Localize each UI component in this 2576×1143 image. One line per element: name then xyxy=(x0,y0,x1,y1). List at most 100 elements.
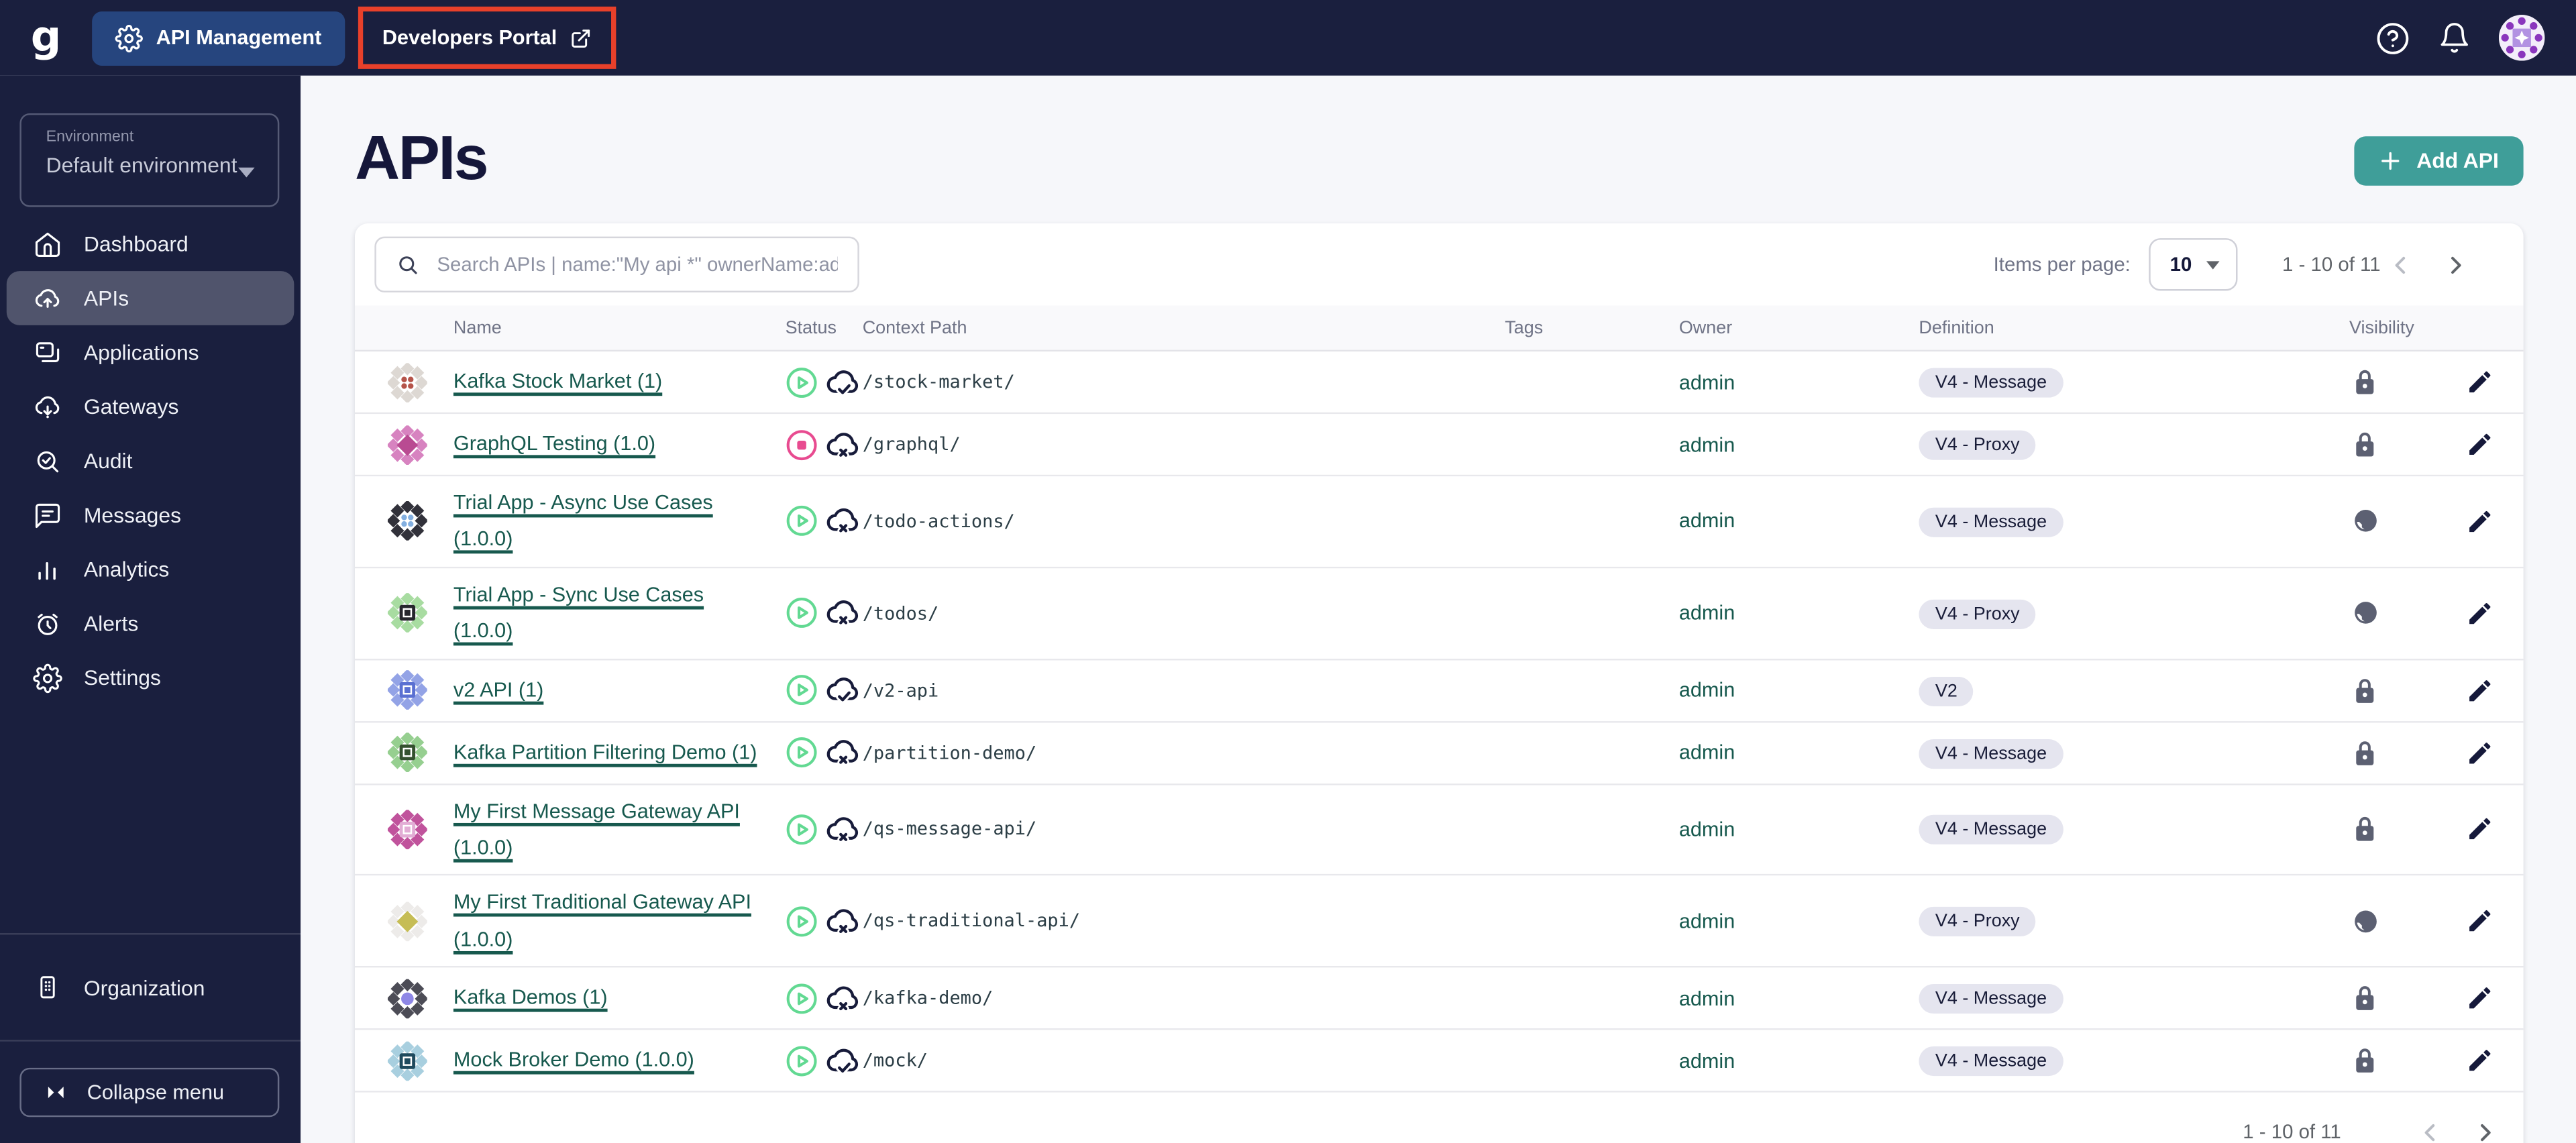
api-status xyxy=(786,364,863,400)
gravitee-logo[interactable]: g xyxy=(0,13,92,62)
sidebar-item-messages[interactable]: Messages xyxy=(7,488,294,542)
edit-api-button[interactable] xyxy=(2465,507,2493,535)
api-name-link[interactable]: My First Traditional Gateway API (1.0.0) xyxy=(453,891,751,950)
sidebar-item-dashboard[interactable]: Dashboard xyxy=(7,217,294,271)
next-page-button[interactable] xyxy=(2434,245,2474,284)
edit-api-button[interactable] xyxy=(2465,431,2493,459)
edit-api-button[interactable] xyxy=(2465,907,2493,935)
status-stopped-icon xyxy=(786,428,818,461)
api-avatar xyxy=(355,670,453,710)
collapse-menu-button[interactable]: Collapse menu xyxy=(19,1067,280,1118)
search-icon xyxy=(396,252,421,277)
sidebar-item-alerts[interactable]: Alerts xyxy=(7,596,294,651)
edit-api-button[interactable] xyxy=(2465,1046,2493,1075)
owner: admin xyxy=(1678,910,1735,933)
sidebar: Environment Default environment Dashboar… xyxy=(0,75,301,1143)
status-started-icon xyxy=(786,736,818,769)
api-status xyxy=(786,980,863,1016)
api-name-link[interactable]: Trial App - Sync Use Cases (1.0.0) xyxy=(453,583,704,643)
sidebar-item-organization[interactable]: Organization xyxy=(0,934,301,1040)
status-started-icon xyxy=(786,673,818,706)
add-api-button[interactable]: Add API xyxy=(2354,135,2524,185)
developers-portal-button-highlighted[interactable]: Developers Portal xyxy=(358,6,616,69)
table-row: Kafka Stock Market (1) /stock-market/admi… xyxy=(354,351,2524,415)
api-avatar xyxy=(355,425,453,464)
edit-api-button[interactable] xyxy=(2465,984,2493,1012)
column-header-visibility: Visibility xyxy=(2349,317,2414,338)
table-row: Kafka Demos (1) /kafka-demo/admin V4 - Mes… xyxy=(354,967,2524,1030)
api-avatar xyxy=(355,732,453,773)
next-page-button[interactable] xyxy=(2464,1112,2504,1143)
edit-api-button[interactable] xyxy=(2465,676,2493,704)
api-avatar xyxy=(355,362,453,402)
previous-page-button[interactable] xyxy=(2410,1112,2450,1143)
sidebar-bottom: Organization Collapse menu xyxy=(0,933,301,1143)
column-header-context-path: Context Path xyxy=(862,317,967,338)
api-name-link[interactable]: Kafka Partition Filtering Demo (1) xyxy=(453,741,757,763)
status-started-icon xyxy=(786,905,818,938)
help-icon[interactable] xyxy=(2375,21,2410,55)
search-input[interactable] xyxy=(437,253,838,276)
lock-icon xyxy=(2353,1046,2377,1075)
cloud-out-of-sync-icon xyxy=(824,503,861,539)
sidebar-item-label: Dashboard xyxy=(83,231,189,257)
paginator-top: Items per page: 10 1 - 10 of 11 xyxy=(1993,238,2475,291)
api-name-link[interactable]: v2 API (1) xyxy=(453,678,543,701)
edit-api-button[interactable] xyxy=(2465,599,2493,627)
api-name-link[interactable]: Mock Broker Demo (1.0.0) xyxy=(453,1048,694,1071)
environment-selector[interactable]: Environment Default environment xyxy=(19,113,280,207)
add-api-label: Add API xyxy=(2416,148,2499,173)
column-header-tags: Tags xyxy=(1505,317,1544,338)
chevron-down-icon xyxy=(2206,260,2220,269)
user-avatar[interactable] xyxy=(2498,15,2545,61)
context-path: /mock/ xyxy=(862,1050,928,1072)
definition-badge: V4 - Proxy xyxy=(1919,430,2037,460)
notifications-icon[interactable] xyxy=(2438,21,2471,54)
edit-api-button[interactable] xyxy=(2465,739,2493,767)
cloud-out-of-sync-icon xyxy=(824,903,861,939)
top-bar: g API Management Developers Portal xyxy=(0,0,2576,76)
column-header-status: Status xyxy=(785,317,837,338)
organization-icon xyxy=(33,973,62,1002)
owner: admin xyxy=(1678,986,1735,1010)
cloud-out-of-sync-icon xyxy=(824,812,861,848)
sidebar-item-settings[interactable]: Settings xyxy=(7,651,294,705)
items-per-page-select[interactable]: 10 xyxy=(2148,238,2238,291)
table-header: Name Status Context Path Tags Owner Defi… xyxy=(354,305,2524,352)
edit-api-button[interactable] xyxy=(2465,816,2493,844)
column-header-owner: Owner xyxy=(1678,317,1733,338)
definition-badge: V2 xyxy=(1919,675,1974,706)
api-name-link[interactable]: GraphQL Testing (1.0) xyxy=(453,433,655,455)
sidebar-item-audit[interactable]: Audit xyxy=(7,434,294,488)
edit-api-button[interactable] xyxy=(2465,368,2493,396)
owner: admin xyxy=(1678,818,1735,841)
items-per-page-label: Items per page: xyxy=(1993,253,2131,276)
applications-icon xyxy=(33,337,62,367)
cloud-synced-icon xyxy=(824,1042,861,1079)
paginator-bottom: 1 - 10 of 11 xyxy=(355,1093,2524,1143)
api-name-link[interactable]: Kafka Demos (1) xyxy=(453,986,608,1009)
table-body: Kafka Stock Market (1) /stock-market/admi… xyxy=(354,351,2524,1093)
api-name-link[interactable]: Trial App - Async Use Cases (1.0.0) xyxy=(453,491,713,551)
table-toolbar: Items per page: 10 1 - 10 of 11 xyxy=(355,223,2524,305)
sidebar-item-apis[interactable]: APIs xyxy=(6,271,294,325)
alerts-icon xyxy=(33,608,62,638)
cloud-synced-icon xyxy=(824,672,861,708)
environment-label: Environment xyxy=(46,128,134,146)
analytics-icon xyxy=(33,555,62,584)
sidebar-item-gateways[interactable]: Gateways xyxy=(7,380,294,434)
lock-icon xyxy=(2353,368,2377,396)
api-management-button[interactable]: API Management xyxy=(92,10,345,65)
sidebar-item-applications[interactable]: Applications xyxy=(7,325,294,380)
sidebar-item-analytics[interactable]: Analytics xyxy=(7,542,294,596)
api-status xyxy=(786,503,863,539)
api-name-link[interactable]: Kafka Stock Market (1) xyxy=(453,370,662,393)
previous-page-button[interactable] xyxy=(2381,245,2420,284)
lock-icon xyxy=(2353,739,2377,767)
lock-icon xyxy=(2353,816,2377,844)
definition-badge: V4 - Message xyxy=(1919,738,2063,769)
page-title: APIs xyxy=(354,125,489,194)
api-status xyxy=(786,595,863,631)
api-name-link[interactable]: My First Message Gateway API (1.0.0) xyxy=(453,800,740,859)
owner: admin xyxy=(1678,370,1735,394)
